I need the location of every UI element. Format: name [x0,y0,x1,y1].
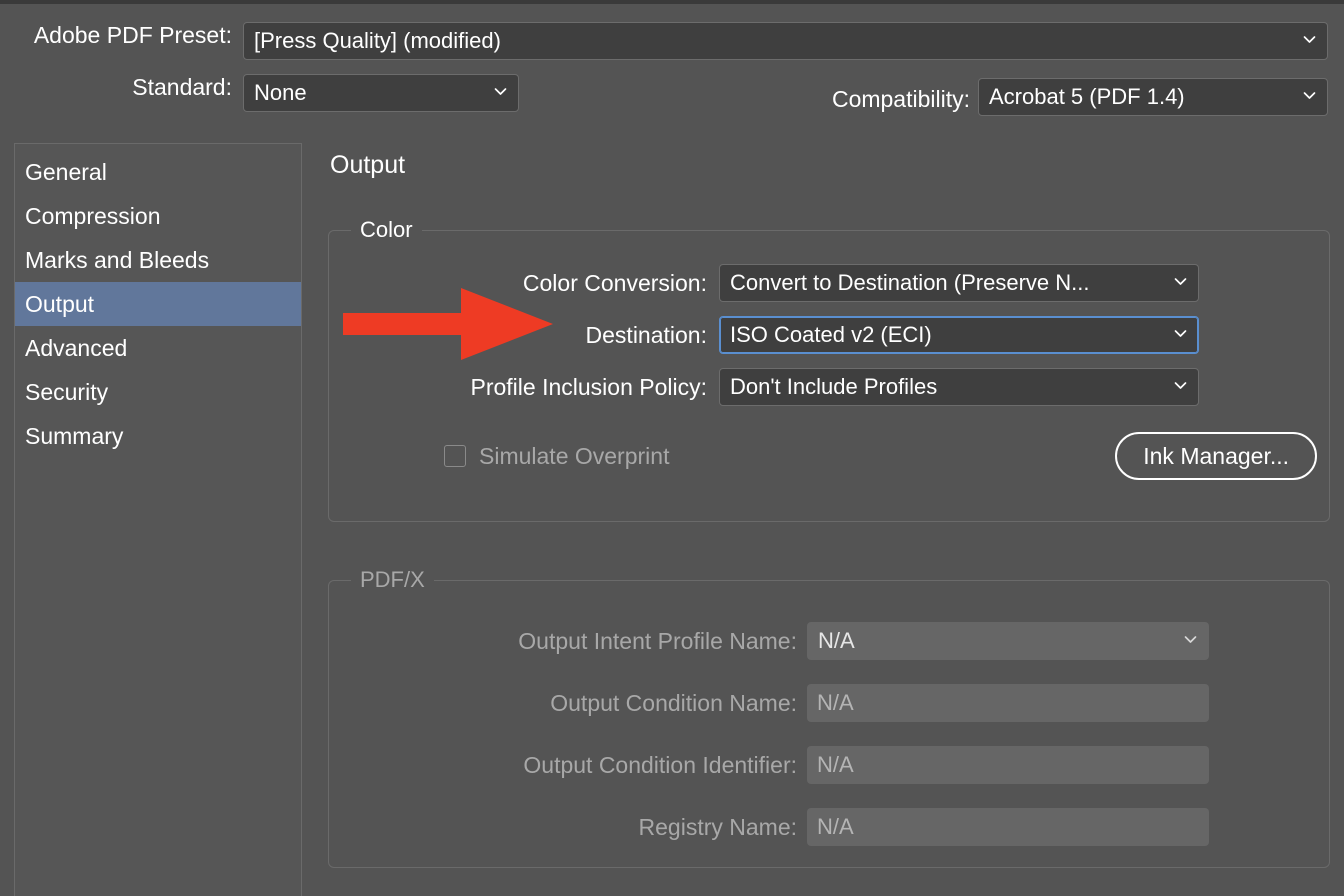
chevron-down-icon [1184,633,1197,646]
profile-inclusion-policy-value: Don't Include Profiles [730,374,938,399]
simulate-overprint-checkbox[interactable] [444,445,466,467]
output-intent-profile-name-value: N/A [818,628,855,653]
registry-name-row: Registry Name: N/A [329,807,1329,847]
simulate-overprint-row: Simulate Overprint Ink Manager... [329,432,1329,480]
sidebar-item-label: Security [25,378,109,405]
pdfx-group: PDF/X Output Intent Profile Name: N/A Ou… [328,567,1330,868]
preset-label: Adobe PDF Preset: [33,22,232,48]
chevron-down-icon [1174,275,1187,288]
sidebar-item-general[interactable]: General [15,150,301,194]
sidebar-item-label: Compression [25,202,161,229]
output-panel: Output Color Color Conversion: Convert t… [328,143,1330,896]
chevron-down-icon [494,85,507,98]
standard-dropdown[interactable]: None [243,74,519,112]
output-condition-name-value: N/A [817,690,854,715]
adobe-pdf-preset-value: [Press Quality] (modified) [254,28,501,53]
profile-inclusion-policy-dropdown[interactable]: Don't Include Profiles [719,368,1199,406]
profile-inclusion-policy-row: Profile Inclusion Policy: Don't Include … [329,367,1329,407]
sidebar-item-label: Marks and Bleeds [25,246,210,273]
output-intent-profile-name-row: Output Intent Profile Name: N/A [329,621,1329,661]
output-intent-profile-name-dropdown: N/A [807,622,1209,660]
destination-value: ISO Coated v2 (ECI) [730,322,932,347]
color-group: Color Color Conversion: Convert to Desti… [328,217,1330,522]
color-group-legend: Color [351,217,422,243]
output-condition-identifier-row: Output Condition Identifier: N/A [329,745,1329,785]
sidebar-item-security[interactable]: Security [15,370,301,414]
output-intent-profile-name-label: Output Intent Profile Name: [518,627,797,654]
sidebar-item-label: Advanced [25,334,128,361]
output-condition-identifier-label: Output Condition Identifier: [523,751,797,778]
output-condition-name-label: Output Condition Name: [550,689,797,716]
standard-label: Standard: [132,74,232,100]
sidebar-item-label: Summary [25,422,124,449]
ink-manager-button[interactable]: Ink Manager... [1115,432,1317,480]
page-title: Output [330,151,406,179]
output-condition-name-input: N/A [807,684,1209,722]
color-conversion-label: Color Conversion: [522,269,707,296]
compatibility-label: Compatibility: [831,86,970,112]
settings-sidebar: General Compression Marks and Bleeds Out… [14,143,302,896]
preset-row: Adobe PDF Preset: [Press Quality] (modif… [0,22,1344,60]
sidebar-item-output[interactable]: Output [15,282,301,326]
compatibility-value: Acrobat 5 (PDF 1.4) [989,84,1185,109]
registry-name-value: N/A [817,814,854,839]
sidebar-item-label: General [25,158,107,185]
simulate-overprint-label: Simulate Overprint [479,442,670,469]
profile-inclusion-policy-label: Profile Inclusion Policy: [470,373,708,400]
standard-value: None [254,80,307,105]
registry-name-label: Registry Name: [638,813,797,840]
sidebar-item-compression[interactable]: Compression [15,194,301,238]
sidebar-item-label: Output [25,290,95,317]
chevron-down-icon [1303,89,1316,102]
chevron-down-icon [1174,327,1187,340]
destination-label: Destination: [585,321,707,348]
ink-manager-button-label: Ink Manager... [1143,442,1289,469]
adobe-pdf-preset-dropdown[interactable]: [Press Quality] (modified) [243,22,1328,60]
sidebar-item-summary[interactable]: Summary [15,414,301,458]
color-conversion-dropdown[interactable]: Convert to Destination (Preserve N... [719,264,1199,302]
compatibility-dropdown[interactable]: Acrobat 5 (PDF 1.4) [978,78,1328,116]
output-condition-identifier-input: N/A [807,746,1209,784]
chevron-down-icon [1174,379,1187,392]
pdfx-group-legend: PDF/X [351,567,434,593]
export-header: Adobe PDF Preset: [Press Quality] (modif… [0,4,1344,130]
output-condition-name-row: Output Condition Name: N/A [329,683,1329,723]
color-conversion-value: Convert to Destination (Preserve N... [730,270,1090,295]
destination-dropdown[interactable]: ISO Coated v2 (ECI) [719,316,1199,354]
sidebar-item-advanced[interactable]: Advanced [15,326,301,370]
destination-row: Destination: ISO Coated v2 (ECI) [329,315,1329,355]
color-conversion-row: Color Conversion: Convert to Destination… [329,263,1329,303]
chevron-down-icon [1303,33,1316,46]
output-condition-identifier-value: N/A [817,752,854,777]
sidebar-item-marks-and-bleeds[interactable]: Marks and Bleeds [15,238,301,282]
registry-name-input: N/A [807,808,1209,846]
